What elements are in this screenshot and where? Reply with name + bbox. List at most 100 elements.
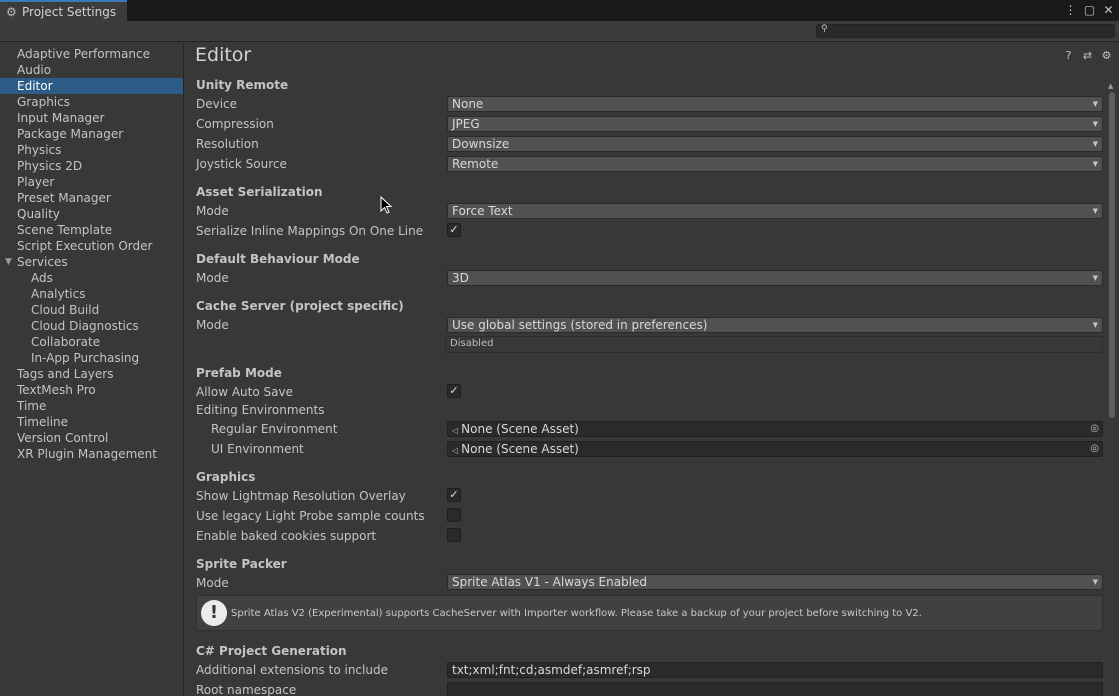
help-message: Sprite Atlas V2 (Experimental) supports … — [231, 607, 922, 619]
scrollbar-thumb[interactable] — [1109, 92, 1115, 418]
compression-dropdown[interactable]: JPEG ▼ — [447, 116, 1103, 132]
regular-environment-label: Regular Environment — [211, 422, 338, 436]
dropdown-value: Downsize — [452, 137, 510, 151]
close-icon[interactable]: ✕ — [1102, 3, 1115, 17]
warning-icon: ! — [201, 600, 227, 626]
serialize-inline-checkbox[interactable]: ✓ — [447, 223, 461, 237]
scroll-up-icon[interactable]: ▲ — [1108, 82, 1113, 90]
sidebar-item-services[interactable]: ▼ Services — [0, 254, 183, 270]
sidebar-item-quality[interactable]: Quality — [0, 206, 183, 222]
sidebar-item-tags-and-layers[interactable]: Tags and Layers — [0, 366, 183, 382]
sidebar-item-adaptive-performance[interactable]: Adaptive Performance — [0, 46, 183, 62]
chevron-down-icon: ▼ — [1092, 274, 1098, 282]
dropdown-value: Force Text — [452, 204, 513, 218]
sidebar-item-xr-plugin-management[interactable]: XR Plugin Management — [0, 446, 183, 462]
search-input[interactable]: ⚲ — [816, 24, 1115, 38]
cache-mode-label: Mode — [196, 318, 229, 332]
section-header-default-behaviour: Default Behaviour Mode — [196, 252, 360, 266]
root-namespace-input[interactable] — [447, 682, 1103, 696]
object-field-value: None (Scene Asset) — [461, 442, 579, 456]
sidebar-item-in-app-purchasing[interactable]: In-App Purchasing — [0, 350, 183, 366]
section-header-sprite-packer: Sprite Packer — [196, 557, 287, 571]
ui-environment-field[interactable]: ◁ None (Scene Asset) ◎ — [447, 441, 1103, 457]
sidebar-item-physics-2d[interactable]: Physics 2D — [0, 158, 183, 174]
scene-asset-icon: ◁ — [452, 426, 459, 435]
additional-extensions-input[interactable]: txt;xml;fnt;cd;asmdef;asmref;rsp — [447, 662, 1103, 678]
object-picker-icon[interactable]: ◎ — [1090, 442, 1099, 456]
tab-project-settings[interactable]: ⚙ Project Settings — [0, 0, 127, 22]
settings-gear-icon[interactable]: ⚙ — [1100, 49, 1113, 62]
expand-triangle-icon[interactable]: ▼ — [5, 254, 12, 270]
sidebar-item-collaborate[interactable]: Collaborate — [0, 334, 183, 350]
behaviour-mode-dropdown[interactable]: 3D ▼ — [447, 270, 1103, 286]
sidebar-item-physics[interactable]: Physics — [0, 142, 183, 158]
dropdown-value: Use global settings (stored in preferenc… — [452, 318, 708, 332]
title-bar: ⚙ Project Settings ⋮ ▢ ✕ — [0, 0, 1119, 22]
sidebar: Adaptive Performance Audio Editor Graphi… — [0, 43, 184, 696]
joystick-source-dropdown[interactable]: Remote ▼ — [447, 156, 1103, 172]
dropdown-value: Remote — [452, 157, 499, 171]
maximize-icon[interactable]: ▢ — [1083, 3, 1096, 17]
dropdown-value: Sprite Atlas V1 - Always Enabled — [452, 575, 648, 589]
cache-status-box: Disabled — [445, 336, 1103, 353]
device-label: Device — [196, 97, 238, 111]
chevron-down-icon: ▼ — [1092, 140, 1098, 148]
search-icon: ⚲ — [821, 24, 828, 34]
sidebar-item-graphics[interactable]: Graphics — [0, 94, 183, 110]
sidebar-item-label: Services — [17, 255, 68, 269]
help-icon[interactable]: ? — [1062, 49, 1075, 62]
sprite-packer-mode-dropdown[interactable]: Sprite Atlas V1 - Always Enabled ▼ — [447, 574, 1103, 590]
object-field-value: None (Scene Asset) — [461, 422, 579, 436]
device-dropdown[interactable]: None ▼ — [447, 96, 1103, 112]
sidebar-item-scene-template[interactable]: Scene Template — [0, 222, 183, 238]
chevron-down-icon: ▼ — [1092, 120, 1098, 128]
section-header-unity-remote: Unity Remote — [196, 78, 289, 92]
ui-environment-label: UI Environment — [211, 442, 304, 456]
root-namespace-label: Root namespace — [196, 683, 297, 696]
vertical-scrollbar[interactable]: ▲ — [1107, 82, 1116, 696]
allow-auto-save-checkbox[interactable]: ✓ — [447, 384, 461, 398]
sidebar-item-ads[interactable]: Ads — [0, 270, 183, 286]
sidebar-item-package-manager[interactable]: Package Manager — [0, 126, 183, 142]
chevron-down-icon: ▼ — [1092, 100, 1098, 108]
page-title: Editor — [195, 44, 252, 66]
window-title: Project Settings — [22, 5, 117, 19]
chevron-down-icon: ▼ — [1092, 160, 1098, 168]
lightmap-overlay-checkbox[interactable]: ✓ — [447, 488, 461, 502]
section-header-csharp: C# Project Generation — [196, 644, 347, 658]
gear-icon: ⚙ — [6, 5, 17, 19]
sidebar-item-textmesh-pro[interactable]: TextMesh Pro — [0, 382, 183, 398]
dropdown-value: JPEG — [452, 117, 480, 131]
kebab-menu-icon[interactable]: ⋮ — [1064, 3, 1077, 17]
additional-extensions-label: Additional extensions to include — [196, 663, 388, 677]
sidebar-item-input-manager[interactable]: Input Manager — [0, 110, 183, 126]
sidebar-item-version-control[interactable]: Version Control — [0, 430, 183, 446]
legacy-light-probe-checkbox[interactable] — [447, 508, 461, 522]
cache-mode-dropdown[interactable]: Use global settings (stored in preferenc… — [447, 317, 1103, 333]
object-picker-icon[interactable]: ◎ — [1090, 422, 1099, 436]
resolution-dropdown[interactable]: Downsize ▼ — [447, 136, 1103, 152]
mouse-cursor-icon — [380, 196, 393, 214]
settings-panel: Editor ? ⇄ ⚙ Unity Remote Device None ▼ C… — [185, 43, 1119, 696]
baked-cookies-checkbox[interactable] — [447, 528, 461, 542]
sidebar-item-timeline[interactable]: Timeline — [0, 414, 183, 430]
legacy-light-probe-label: Use legacy Light Probe sample counts — [196, 509, 425, 523]
sidebar-item-cloud-diagnostics[interactable]: Cloud Diagnostics — [0, 318, 183, 334]
sidebar-item-preset-manager[interactable]: Preset Manager — [0, 190, 183, 206]
dropdown-value: None — [452, 97, 484, 111]
serialization-mode-dropdown[interactable]: Force Text ▼ — [447, 203, 1103, 219]
section-header-cache-server: Cache Server (project specific) — [196, 299, 404, 313]
regular-environment-field[interactable]: ◁ None (Scene Asset) ◎ — [447, 421, 1103, 437]
joystick-source-label: Joystick Source — [196, 157, 287, 171]
lightmap-overlay-label: Show Lightmap Resolution Overlay — [196, 489, 406, 503]
sidebar-item-time[interactable]: Time — [0, 398, 183, 414]
sidebar-item-cloud-build[interactable]: Cloud Build — [0, 302, 183, 318]
sidebar-item-analytics[interactable]: Analytics — [0, 286, 183, 302]
serialize-inline-label: Serialize Inline Mappings On One Line — [196, 224, 424, 238]
sidebar-item-script-execution-order[interactable]: Script Execution Order — [0, 238, 183, 254]
section-header-graphics: Graphics — [196, 470, 256, 484]
sidebar-item-audio[interactable]: Audio — [0, 62, 183, 78]
sidebar-item-editor[interactable]: Editor — [0, 78, 183, 94]
presets-icon[interactable]: ⇄ — [1081, 49, 1094, 62]
sidebar-item-player[interactable]: Player — [0, 174, 183, 190]
